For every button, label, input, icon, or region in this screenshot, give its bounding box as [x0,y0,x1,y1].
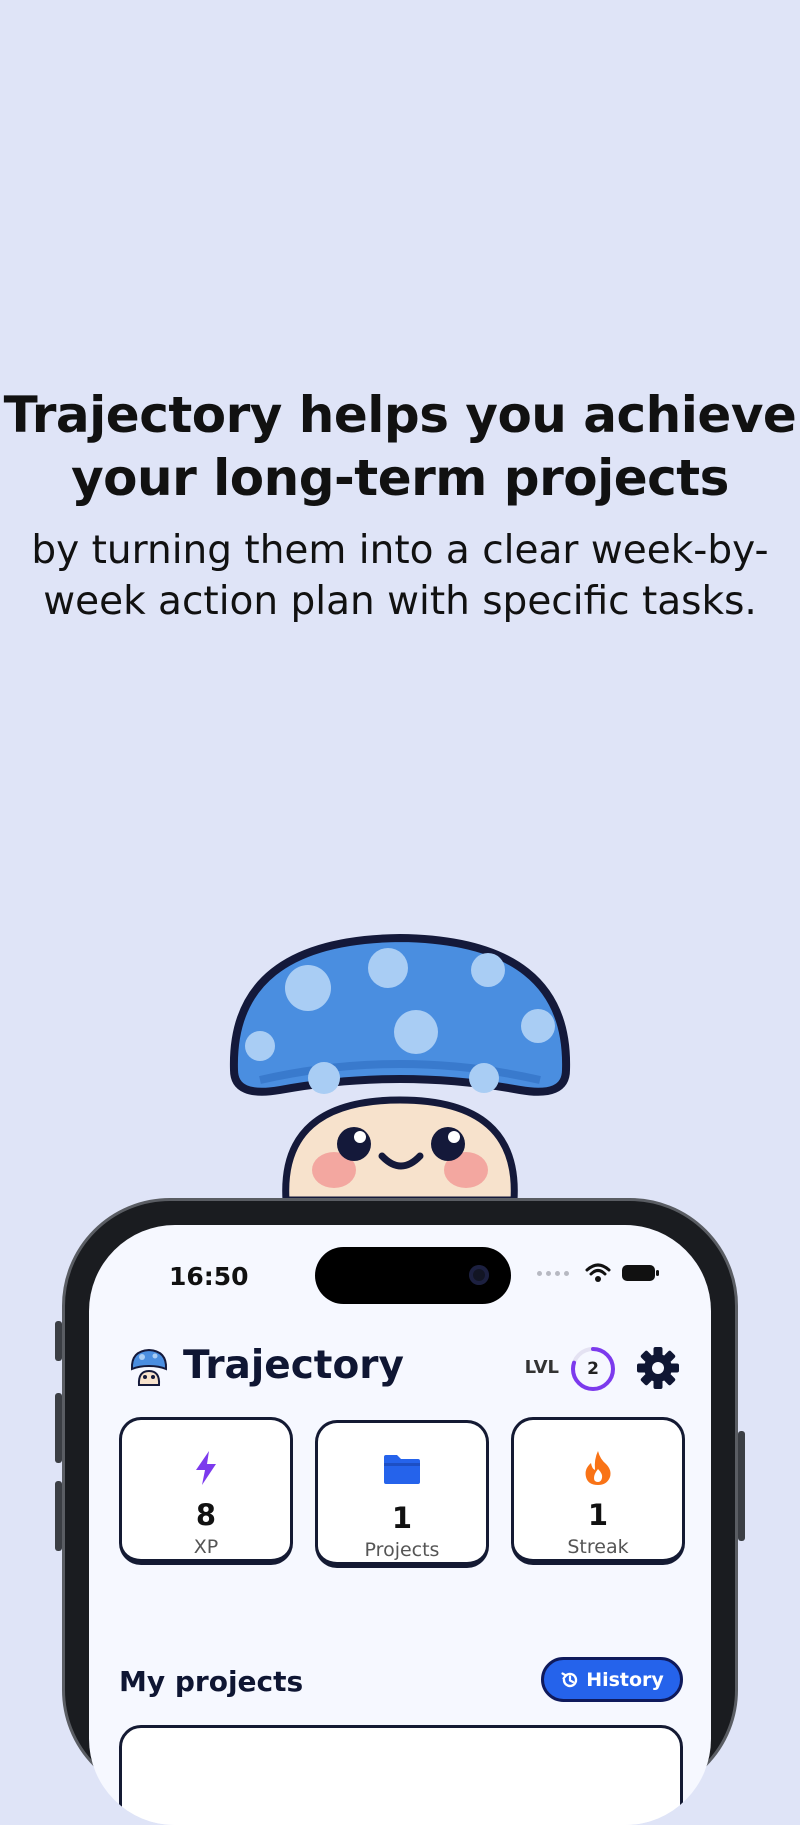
level-label: LVL [524,1357,559,1378]
mushroom-mascot [229,933,571,1204]
stat-label: XP [193,1536,219,1558]
battery-icon [622,1265,659,1281]
stat-value: 1 [587,1498,609,1532]
project-card[interactable] [119,1725,683,1825]
stat-value: 1 [391,1501,413,1535]
history-icon [561,1671,578,1687]
history-button[interactable]: History [541,1657,683,1702]
app-screen: 16:50 Trajectory LVL 2 8 XP 1 Projects 1… [89,1225,711,1825]
promo-headline: Trajectory helps you achieve your long-t… [0,384,800,510]
dynamic-island [315,1247,511,1304]
phone-mockup: 16:50 Trajectory LVL 2 8 XP 1 Projects 1… [55,1198,745,1825]
xp-stat-card[interactable]: 8 XP [119,1417,293,1565]
phone-side-button [55,1393,62,1463]
stat-label: Streak [567,1536,629,1558]
status-time: 16:50 [169,1262,249,1291]
stat-value: 8 [195,1498,217,1532]
signal-icon [537,1270,569,1276]
camera-icon [469,1265,489,1285]
flame-icon [585,1451,611,1485]
level-value: 2 [587,1359,599,1379]
projects-stat-card[interactable]: 1 Projects [315,1420,489,1568]
subline-line-2: week action plan with specific tasks. [43,579,757,624]
wifi-icon [585,1263,611,1282]
headline-line-1: Trajectory helps you achieve [3,386,797,444]
mushroom-logo-icon [130,1348,168,1386]
promo-subline: by turning them into a clear week-by- we… [0,525,800,627]
gear-icon[interactable] [635,1345,681,1391]
stat-label: Projects [364,1539,440,1561]
my-projects-heading: My projects [119,1665,304,1698]
history-button-label: History [586,1668,664,1691]
phone-side-button [738,1431,745,1541]
app-header: Trajectory LVL 2 [129,1337,681,1397]
streak-stat-card[interactable]: 1 Streak [511,1417,685,1565]
phone-side-button [55,1321,62,1361]
folder-icon [384,1455,420,1484]
subline-line-1: by turning them into a clear week-by- [31,528,769,573]
headline-line-2: your long-term projects [71,449,729,507]
lightning-icon [196,1451,216,1485]
phone-side-button [55,1481,62,1551]
app-title: Trajectory [183,1343,404,1388]
status-icons [537,1263,661,1283]
